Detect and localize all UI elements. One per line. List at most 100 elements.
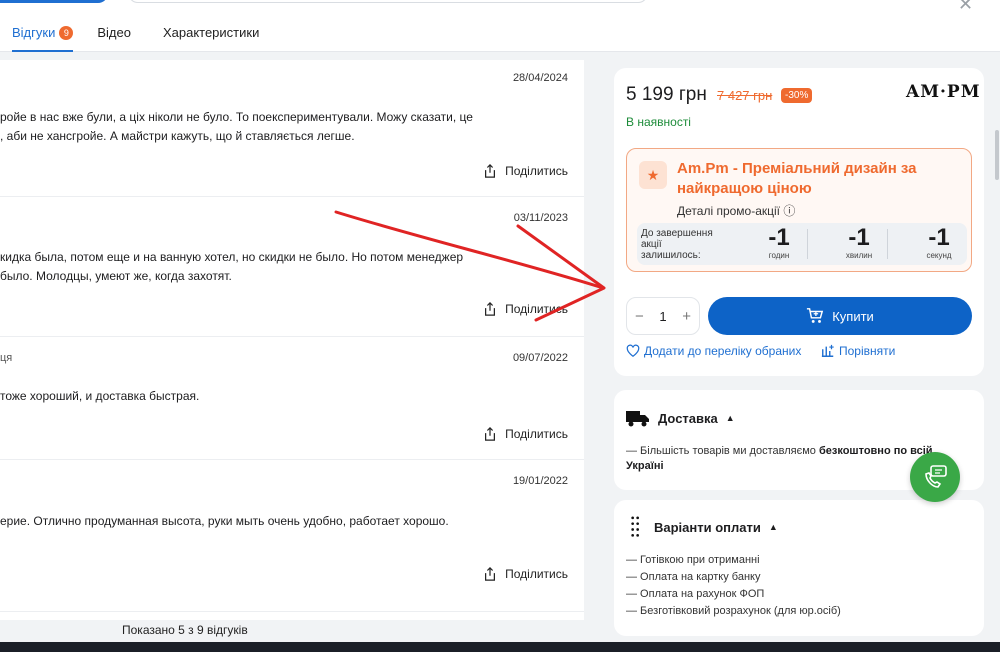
countdown-hours: -1 годин: [749, 224, 809, 261]
discount-badge: -30%: [781, 88, 813, 103]
countdown-divider: [887, 229, 888, 259]
chat-phone-icon: [925, 465, 947, 488]
payment-option: — Готівкою при отриманні: [626, 554, 760, 566]
reviews-list: 28/04/2024 ройе в нас вже були, а ціх ні…: [0, 60, 584, 620]
payment-option: — Безготівковий розрахунок (для юр.осіб): [626, 605, 841, 617]
share-label: Поділитись: [505, 567, 568, 581]
review-text-line: , аби не хансгройе. А майстри кажуть, що…: [0, 129, 355, 143]
countdown-label: До завершення акції залишилось:: [641, 228, 713, 261]
review-author: ця: [0, 352, 13, 364]
share-button[interactable]: Поділитись: [483, 427, 568, 441]
countdown-divider: [807, 229, 808, 259]
review-item: 19/01/2022 ерие. Отлично продуманная выс…: [0, 460, 584, 612]
countdown-value: -1: [848, 224, 870, 251]
old-price: 7 427 грн: [717, 88, 773, 103]
countdown-minutes: -1 хвилин: [829, 224, 889, 261]
share-label: Поділитись: [505, 164, 568, 178]
promo-block: ★ Am.Pm - Преміальний дизайн за найкращо…: [626, 148, 972, 272]
dots-icon: [626, 514, 646, 540]
payment-option: — Оплата на рахунок ФОП: [626, 588, 765, 600]
tab-characteristics[interactable]: Характеристики: [163, 20, 259, 52]
review-item: 03/11/2023 кидка была, потом еще и на ва…: [0, 197, 584, 337]
info-icon: ⓘ: [783, 204, 796, 218]
share-icon: [485, 164, 496, 178]
page-scrollbar[interactable]: [995, 130, 999, 180]
chevron-up-icon: ▲: [725, 413, 735, 423]
quantity-stepper: − 1 +: [626, 297, 700, 335]
review-text: ерие. Отлично продуманная высота, руки м…: [0, 512, 490, 531]
delivery-title: Доставка: [658, 410, 718, 426]
promo-details-link[interactable]: Деталі промо-акції ⓘ: [677, 202, 795, 219]
quantity-value[interactable]: 1: [659, 309, 666, 324]
review-item: 28/04/2024 ройе в нас вже були, а ціх ні…: [0, 60, 584, 197]
review-text: тоже хороший, и доставка быстрая.: [0, 387, 490, 406]
review-text: ройе в нас вже були, а ціх ніколи не бул…: [0, 108, 490, 146]
review-date: 03/11/2023: [513, 212, 568, 224]
buy-button[interactable]: Купити: [708, 297, 972, 335]
promo-title[interactable]: Am.Pm - Преміальний дизайн за найкращою …: [677, 159, 957, 199]
add-to-wishlist-link[interactable]: Додати до переліку обраних: [626, 344, 801, 358]
countdown-unit: хвилин: [845, 251, 873, 260]
review-text-line: тоже хороший, и доставка быстрая.: [0, 389, 200, 403]
review-date: 28/04/2024: [512, 72, 568, 84]
share-label: Поділитись: [505, 427, 568, 441]
share-icon: [485, 567, 496, 581]
catalog-button[interactable]: [0, 0, 108, 3]
review-text-line: кидка была, потом еще и на ванную хотел,…: [0, 250, 464, 264]
share-button[interactable]: Поділитись: [483, 567, 568, 581]
review-date: 19/01/2022: [512, 475, 568, 487]
quantity-minus-button[interactable]: −: [635, 308, 644, 325]
cart-icon: [807, 308, 824, 323]
delivery-toggle[interactable]: Доставка ▲: [626, 408, 735, 428]
share-icon: [485, 427, 496, 441]
tab-reviews[interactable]: Відгуки 9: [12, 20, 74, 52]
chat-button[interactable]: [910, 452, 960, 502]
countdown-seconds: -1 секунд: [909, 224, 969, 261]
compare-label: Порівняти: [839, 344, 896, 358]
payment-toggle[interactable]: Варіанти оплати ▲: [626, 514, 778, 540]
reviews-shown-counter: Показано 5 з 9 відгуків: [122, 623, 248, 637]
review-text-line: ройе в нас вже були, а ціх ніколи не бул…: [0, 110, 473, 124]
share-button[interactable]: Поділитись: [483, 302, 568, 316]
compare-link[interactable]: Порівняти: [821, 344, 895, 358]
chevron-up-icon: ▲: [768, 522, 778, 532]
review-text: кидка была, потом еще и на ванную хотел,…: [0, 248, 490, 286]
brand-logo[interactable]: AM·PM: [906, 82, 981, 102]
review-date: 09/07/2022: [512, 352, 568, 364]
product-tabs: Відгуки 9 Відео Характеристики: [0, 20, 279, 52]
tab-video[interactable]: Відео: [97, 20, 131, 52]
heart-icon: [626, 344, 640, 357]
share-label: Поділитись: [505, 302, 568, 316]
os-taskbar: [0, 642, 1000, 652]
close-icon[interactable]: ✕: [958, 0, 973, 15]
payment-option: — Оплата на картку банку: [626, 571, 761, 583]
truck-icon: [626, 408, 650, 428]
buy-label: Купити: [832, 308, 874, 324]
reviews-count-badge: 9: [59, 26, 74, 40]
compare-icon: [821, 344, 834, 357]
top-bar: ✕ Відгуки 9 Відео Характеристики: [0, 0, 1000, 52]
tab-reviews-label: Відгуки: [12, 25, 56, 40]
stock-status: В наявності: [626, 115, 691, 129]
price-card: 5 199 грн 7 427 грн -30% AM·PM В наявнос…: [614, 68, 984, 376]
wishlist-label: Додати до переліку обраних: [644, 344, 802, 358]
promo-details-label: Деталі промо-акції: [677, 204, 781, 218]
countdown-value: -1: [928, 224, 950, 251]
search-input[interactable]: [128, 0, 648, 3]
current-price: 5 199 грн: [626, 84, 707, 105]
payment-card: Варіанти оплати ▲ — Готівкою при отриман…: [614, 500, 984, 636]
ticket-icon: ★: [639, 161, 667, 189]
review-text-line: было. Молодцы, умеют же, когда захотят.: [0, 269, 232, 283]
quantity-plus-button[interactable]: +: [682, 308, 691, 325]
payment-title: Варіанти оплати: [654, 519, 761, 535]
share-button[interactable]: Поділитись: [483, 164, 568, 178]
share-icon: [485, 302, 496, 316]
countdown-value: -1: [768, 224, 790, 251]
countdown-unit: секунд: [926, 251, 952, 260]
delivery-text-prefix: — Більшість товарів ми доставляємо: [626, 445, 819, 457]
promo-countdown: До завершення акції залишилось: -1 годин…: [637, 223, 967, 265]
review-item: ця 09/07/2022 тоже хороший, и доставка б…: [0, 337, 584, 460]
review-text-line: ерие. Отлично продуманная высота, руки м…: [0, 514, 449, 528]
payment-options-list: — Готівкою при отриманні — Оплата на кар…: [626, 552, 841, 620]
countdown-unit: годин: [768, 251, 790, 260]
